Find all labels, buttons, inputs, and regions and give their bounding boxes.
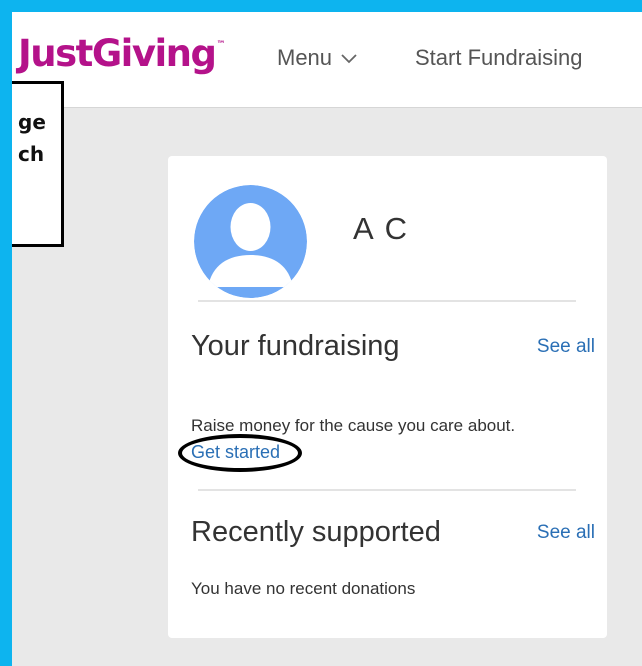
supported-see-all-link[interactable]: See all bbox=[537, 522, 595, 544]
top-navigation-bar: JustGiving™ Menu Start Fundraising bbox=[12, 12, 642, 108]
instruction-callout-box: ge ch bbox=[12, 81, 64, 247]
fundraising-see-all-link[interactable]: See all bbox=[537, 336, 595, 358]
user-avatar-icon[interactable] bbox=[194, 185, 307, 298]
menu-label: Menu bbox=[277, 45, 333, 70]
logo-trademark: ™ bbox=[216, 40, 226, 50]
start-fundraising-link[interactable]: Start Fundraising bbox=[415, 45, 583, 71]
callout-line-1: ge bbox=[18, 110, 46, 134]
chevron-down-icon bbox=[340, 44, 358, 70]
divider bbox=[198, 489, 576, 491]
fundraising-description: Raise money for the cause you care about… bbox=[191, 416, 516, 435]
divider bbox=[198, 300, 576, 302]
recently-supported-title: Recently supported bbox=[191, 516, 441, 548]
highlight-ellipse bbox=[178, 434, 302, 472]
user-name: A C bbox=[353, 211, 409, 246]
profile-card: A C Your fundraising See all Raise money… bbox=[168, 156, 607, 638]
menu-dropdown[interactable]: Menu bbox=[277, 45, 358, 72]
app-frame: JustGiving™ Menu Start Fundraising ge ch… bbox=[12, 12, 642, 666]
callout-line-2: ch bbox=[18, 142, 45, 166]
your-fundraising-title: Your fundraising bbox=[191, 330, 400, 362]
logo-text: JustGiving bbox=[18, 32, 217, 75]
no-recent-donations-text: You have no recent donations bbox=[191, 579, 416, 598]
callout-text: ge ch bbox=[12, 106, 46, 170]
justgiving-logo[interactable]: JustGiving™ bbox=[18, 32, 226, 75]
